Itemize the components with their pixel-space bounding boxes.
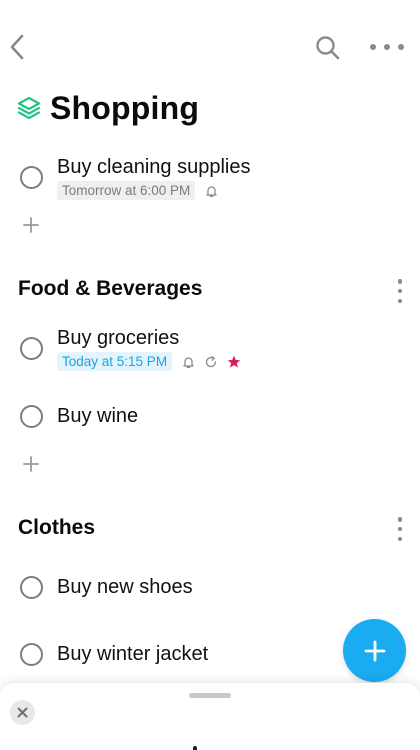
more-vertical-icon — [397, 279, 403, 284]
more-dot — [397, 288, 403, 294]
task-checkbox[interactable] — [20, 337, 43, 360]
add-task-fab[interactable] — [343, 619, 406, 682]
more-dot — [397, 536, 403, 541]
add-task-button[interactable] — [22, 216, 40, 234]
task-title: Buy groceries — [57, 327, 180, 349]
stack-layers-icon — [16, 95, 42, 121]
close-icon — [17, 707, 28, 718]
back-button[interactable] — [6, 32, 28, 62]
more-dot — [384, 44, 390, 50]
more-vertical-icon — [397, 517, 403, 522]
plus-icon — [23, 456, 39, 472]
task-title: Buy wine — [57, 405, 139, 427]
repeat-icon — [204, 355, 218, 369]
section-header: Food & Beverages — [18, 277, 203, 300]
star-icon — [227, 355, 241, 369]
bottom-sheet — [0, 683, 420, 750]
bell-icon — [181, 355, 195, 369]
task-item[interactable]: Buy groceries Today at 5:15 PM — [0, 326, 420, 376]
task-item[interactable]: Buy cleaning supplies Tomorrow at 6:00 P… — [0, 155, 420, 205]
task-meta: Today at 5:15 PM — [57, 352, 241, 371]
task-item[interactable]: Buy wine — [0, 403, 420, 433]
bell-icon — [204, 184, 218, 198]
chevron-left-icon — [10, 34, 24, 60]
plus-icon — [23, 217, 39, 233]
section-menu-button[interactable] — [394, 517, 406, 541]
more-dot — [397, 298, 403, 303]
task-title: Buy cleaning supplies — [57, 156, 251, 178]
section-header: Clothes — [18, 516, 96, 539]
task-title: Buy winter jacket — [57, 643, 209, 665]
more-dot — [397, 526, 403, 532]
top-bar — [0, 0, 420, 90]
section-menu-button[interactable] — [394, 279, 406, 303]
sheet-drag-handle[interactable] — [189, 693, 231, 698]
sheet-close-button[interactable] — [10, 700, 35, 725]
due-date-badge: Today at 5:15 PM — [57, 352, 173, 371]
due-date-badge: Tomorrow at 6:00 PM — [57, 181, 196, 200]
task-title: Buy new shoes — [57, 576, 193, 598]
sheet-content-hint — [193, 746, 197, 750]
task-checkbox[interactable] — [20, 576, 43, 599]
page-title: Shopping — [50, 89, 200, 126]
task-meta: Tomorrow at 6:00 PM — [57, 181, 218, 200]
add-task-button[interactable] — [22, 455, 40, 473]
task-checkbox[interactable] — [20, 643, 43, 666]
plus-icon — [364, 640, 385, 661]
search-button[interactable] — [314, 34, 342, 62]
more-options-button[interactable] — [370, 36, 404, 58]
task-checkbox[interactable] — [20, 166, 43, 189]
task-checkbox[interactable] — [20, 405, 43, 428]
list-header: Shopping — [16, 88, 199, 128]
more-horizontal-icon — [370, 44, 376, 50]
search-icon — [316, 36, 340, 60]
task-item[interactable]: Buy new shoes — [0, 574, 420, 604]
more-dot — [398, 44, 404, 50]
